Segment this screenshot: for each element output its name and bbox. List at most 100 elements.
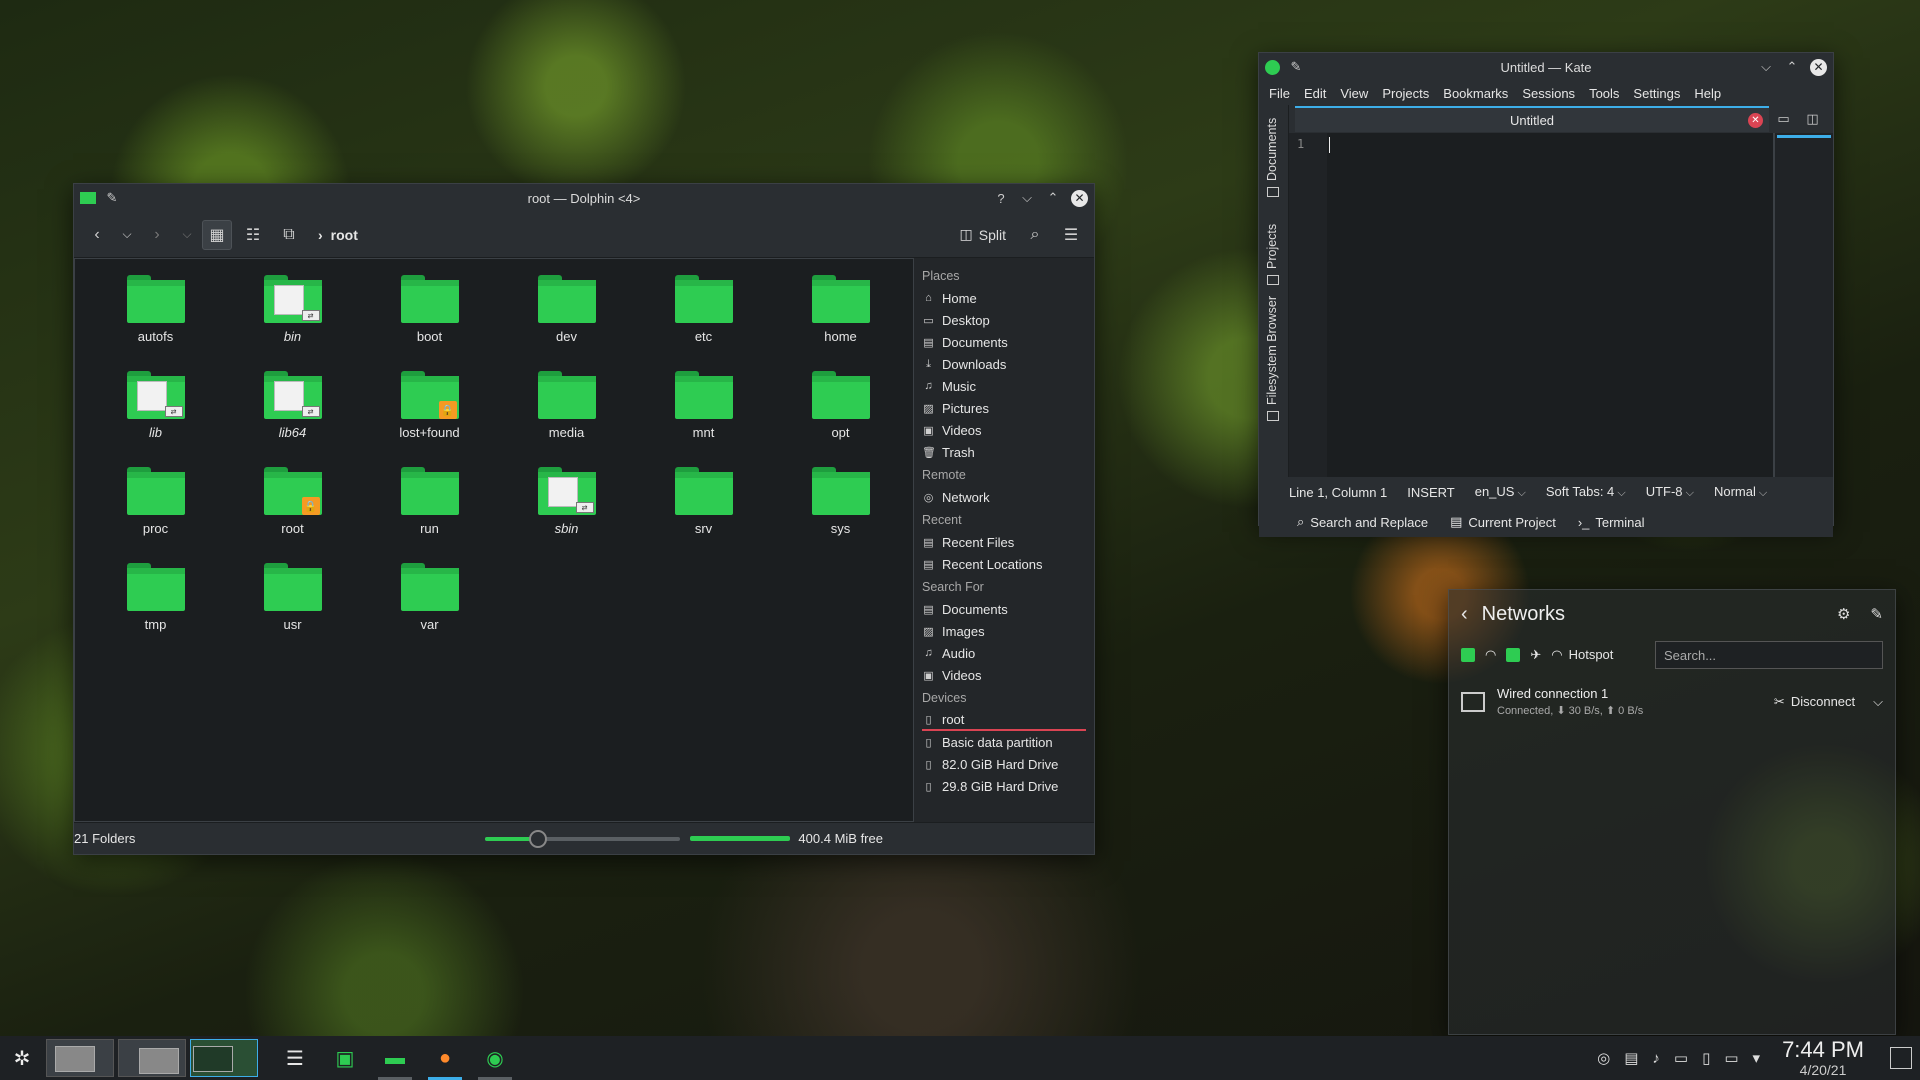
tray-battery-icon[interactable]: ▯	[1702, 1049, 1710, 1067]
close-button[interactable]: ✕	[1810, 58, 1827, 76]
places-item[interactable]: ▯ Basic data partition	[922, 731, 1086, 753]
folder-item[interactable]: run	[361, 463, 498, 545]
terminal-button[interactable]: ›_ Terminal	[1578, 515, 1645, 530]
expand-chevron-icon[interactable]: ⌵	[1873, 694, 1883, 710]
places-item[interactable]: ▣ Videos	[922, 664, 1086, 686]
input-mode-dropdown[interactable]: Normal	[1714, 484, 1767, 500]
folder-item[interactable]: media	[498, 367, 635, 449]
zoom-slider-handle[interactable]	[529, 829, 548, 848]
folder-item[interactable]: 🔒 lost+found	[361, 367, 498, 449]
split-button[interactable]: ◫ Split	[952, 226, 1014, 243]
current-project-button[interactable]: ▤ Current Project	[1450, 514, 1556, 530]
file-view[interactable]: autofs ⇄ bin boot dev etc home ⇄ lib ⇄ lib6…	[74, 258, 914, 822]
minimize-button[interactable]: ⌵	[1758, 59, 1774, 75]
places-item[interactable]: ▣ Videos	[922, 419, 1086, 441]
folder-item[interactable]: ⇄ lib	[87, 367, 224, 449]
cursor-position[interactable]: Line 1, Column 1	[1289, 485, 1387, 500]
places-item[interactable]: ▯ 29.8 GiB Hard Drive	[922, 775, 1086, 797]
indent-dropdown[interactable]: Soft Tabs: 4	[1546, 484, 1626, 500]
pin-icon[interactable]: ✎	[1288, 59, 1304, 75]
folder-item[interactable]: srv	[635, 463, 772, 545]
places-item[interactable]: ▭ Desktop	[922, 309, 1086, 331]
open-folder-icon[interactable]: ▭	[1777, 111, 1789, 127]
menu-item-bookmarks[interactable]: Bookmarks	[1443, 86, 1508, 101]
menu-item-file[interactable]: File	[1269, 86, 1290, 101]
search-replace-button[interactable]: ⌕ Search and Replace	[1297, 514, 1428, 530]
tray-volume-icon[interactable]: ♪	[1652, 1050, 1660, 1067]
dolphin-titlebar[interactable]: ✎ root — Dolphin <4> ? ⌵ ⌃ ✕	[74, 184, 1094, 212]
places-item[interactable]: ▯ 82.0 GiB Hard Drive	[922, 753, 1086, 775]
folder-item[interactable]: ⇄ bin	[224, 271, 361, 353]
help-button[interactable]: ?	[993, 190, 1009, 206]
disconnect-button[interactable]: ✂ Disconnect	[1774, 694, 1855, 710]
airplane-checkbox[interactable]	[1506, 648, 1521, 662]
folder-item[interactable]: dev	[498, 271, 635, 353]
task-discover-icon[interactable]: ▣	[320, 1036, 370, 1080]
task-kate-icon[interactable]: ◉	[470, 1036, 520, 1080]
folder-item[interactable]: tmp	[87, 559, 224, 641]
places-item[interactable]: ▤ Recent Files	[922, 531, 1086, 553]
close-tab-icon[interactable]: ✕	[1748, 112, 1763, 128]
pin-icon[interactable]: ✎	[1870, 605, 1883, 623]
folder-item[interactable]: mnt	[635, 367, 772, 449]
hotspot-button[interactable]: ◠ Hotspot	[1551, 647, 1613, 663]
icons-view-button[interactable]: ▦	[202, 219, 232, 250]
task-system-settings-icon[interactable]: ☰	[270, 1036, 320, 1080]
pin-icon[interactable]: ✎	[104, 190, 120, 206]
places-item[interactable]: ⤓ Downloads	[922, 353, 1086, 375]
places-item[interactable]: ⌂ Home	[922, 287, 1086, 309]
tray-vault-icon[interactable]: ◎	[1597, 1049, 1610, 1067]
folder-item[interactable]: ⇄ lib64	[224, 367, 361, 449]
tab-filesystem-browser[interactable]: Filesystem Browser	[1265, 296, 1279, 405]
folder-item[interactable]: boot	[361, 271, 498, 353]
places-item[interactable]: ▨ Images	[922, 620, 1086, 642]
tray-expand-icon[interactable]: ▾	[1753, 1049, 1761, 1067]
tab-projects[interactable]: Projects	[1265, 224, 1279, 269]
places-item[interactable]: ▨ Pictures	[922, 397, 1086, 419]
application-launcher-icon[interactable]: ✲	[0, 1036, 44, 1080]
edit-mode[interactable]: INSERT	[1407, 485, 1454, 500]
wifi-checkbox[interactable]	[1461, 648, 1475, 662]
folder-item[interactable]: sys	[772, 463, 909, 545]
maximize-button[interactable]: ⌃	[1045, 190, 1061, 206]
folder-item[interactable]: proc	[87, 463, 224, 545]
places-item[interactable]: ▤ Documents	[922, 598, 1086, 620]
show-desktop-icon[interactable]	[1890, 1047, 1912, 1069]
menu-item-settings[interactable]: Settings	[1633, 86, 1680, 101]
kate-titlebar[interactable]: ✎ Untitled — Kate ⌵ ⌃ ✕	[1259, 53, 1833, 81]
breadcrumb-root[interactable]: root	[331, 227, 358, 243]
desktop-3[interactable]	[190, 1039, 258, 1077]
close-button[interactable]: ✕	[1071, 189, 1088, 207]
folder-item[interactable]: opt	[772, 367, 909, 449]
places-item[interactable]: 🗑 Trash	[922, 441, 1086, 463]
places-item[interactable]: ▤ Documents	[922, 331, 1086, 353]
hamburger-menu-icon[interactable]: ☰	[1056, 220, 1086, 250]
configure-icon[interactable]: ⚙	[1837, 605, 1850, 623]
places-item[interactable]: ♫ Audio	[922, 642, 1086, 664]
tray-display-icon[interactable]: ▭	[1674, 1049, 1688, 1067]
network-search-input[interactable]: Search...	[1655, 641, 1883, 669]
folder-item[interactable]: var	[361, 559, 498, 641]
desktop-1[interactable]	[46, 1039, 114, 1077]
tab-untitled[interactable]: Untitled ✕	[1295, 106, 1769, 132]
details-view-button[interactable]: ⧉	[274, 220, 304, 250]
minimize-button[interactable]: ⌵	[1019, 190, 1035, 206]
split-view-icon[interactable]: ◫	[1806, 111, 1818, 127]
minimap[interactable]	[1773, 133, 1833, 477]
tab-documents[interactable]: Documents	[1265, 118, 1279, 181]
tray-network-icon[interactable]: ▭	[1724, 1049, 1738, 1067]
menu-item-sessions[interactable]: Sessions	[1522, 86, 1575, 101]
language-dropdown[interactable]: en_US	[1475, 484, 1526, 500]
task-firefox-icon[interactable]: ●	[420, 1036, 470, 1080]
back-history-icon[interactable]: ⌵	[118, 220, 136, 250]
folder-item[interactable]: usr	[224, 559, 361, 641]
places-item[interactable]: ◎ Network	[922, 486, 1086, 508]
maximize-button[interactable]: ⌃	[1784, 59, 1800, 75]
menu-item-tools[interactable]: Tools	[1589, 86, 1619, 101]
folder-item[interactable]: 🔒 root	[224, 463, 361, 545]
compact-view-button[interactable]: ☷	[238, 220, 268, 250]
folder-item[interactable]: home	[772, 271, 909, 353]
search-icon[interactable]: ⌕	[1020, 220, 1050, 250]
folder-item[interactable]: etc	[635, 271, 772, 353]
tray-clipboard-icon[interactable]: ▤	[1624, 1049, 1638, 1067]
